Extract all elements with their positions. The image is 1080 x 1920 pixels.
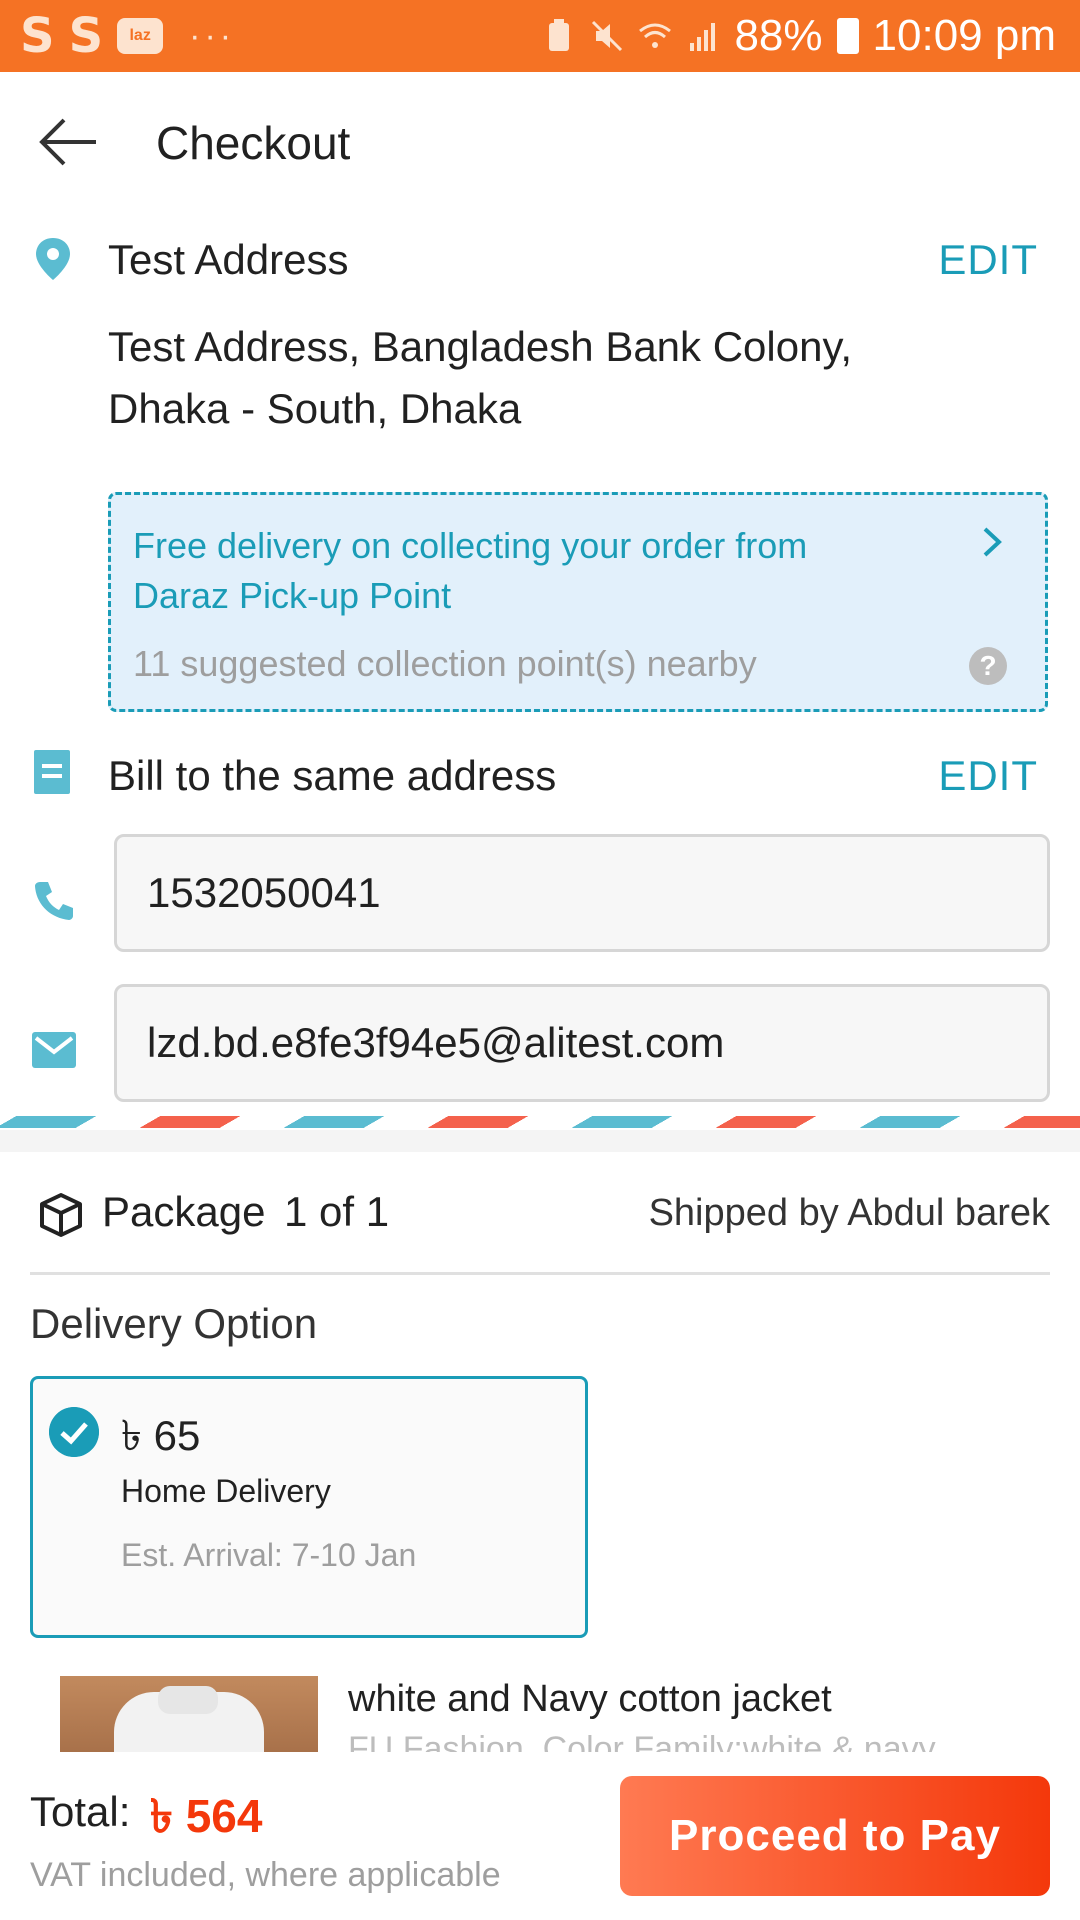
package-box-icon xyxy=(40,1193,82,1237)
phone-value: 1532050041 xyxy=(147,869,381,916)
product-name[interactable]: white and Navy cotton jacket xyxy=(348,1678,832,1721)
pickup-subtitle: 11 suggested collection point(s) nearby xyxy=(133,643,757,684)
check-circle-icon xyxy=(49,1407,99,1457)
signal-icon xyxy=(690,23,716,51)
checkout-footer: Total: ৳ 564 VAT included, where applica… xyxy=(0,1752,1080,1920)
package-count: 1 of 1 xyxy=(284,1188,390,1235)
email-value: lzd.bd.e8fe3f94e5@alitest.com xyxy=(147,1019,725,1066)
email-field[interactable]: lzd.bd.e8fe3f94e5@alitest.com xyxy=(114,984,1050,1102)
product-details: FU Fashion, Color Family:white & navy xyxy=(348,1730,936,1752)
battery-saver-icon xyxy=(549,19,570,51)
chevron-right-icon xyxy=(983,527,1002,557)
bill-document-icon xyxy=(34,750,70,794)
edit-billing-button[interactable]: EDIT xyxy=(938,752,1038,800)
phone-icon xyxy=(35,882,73,920)
delivery-price: ৳ 65 xyxy=(121,1412,201,1459)
delivery-option-card[interactable]: ৳ 65 Home Delivery Est. Arrival: 7-10 Ja… xyxy=(30,1376,588,1638)
status-bar: S S laz ··· 88% 10:09 pm xyxy=(0,0,1080,72)
notification-s-icon-2: S xyxy=(68,8,104,64)
section-gap xyxy=(0,1130,1080,1152)
divider xyxy=(30,1272,1050,1275)
address-text: Test Address, Bangladesh Bank Colony, Dh… xyxy=(108,323,853,432)
shipped-by: Shipped by Abdul barek xyxy=(648,1192,1050,1234)
vat-note: VAT included, where applicable xyxy=(30,1856,501,1894)
notification-s-icon: S xyxy=(20,8,55,64)
battery-percent: 88% xyxy=(734,11,823,60)
address-name: Test Address xyxy=(108,236,349,283)
battery-icon xyxy=(836,18,859,54)
billing-label: Bill to the same address xyxy=(108,752,557,799)
edit-address-button[interactable]: EDIT xyxy=(938,236,1038,284)
pickup-title: Free delivery on collecting your order f… xyxy=(133,525,808,616)
help-icon[interactable]: ? xyxy=(969,647,1007,685)
airmail-divider xyxy=(0,1116,1080,1128)
more-notifications-icon: ··· xyxy=(189,16,236,55)
back-arrow-icon[interactable] xyxy=(38,116,100,168)
lazada-app-icon: laz xyxy=(117,18,164,54)
total-label: Total: xyxy=(30,1788,131,1835)
pickup-point-banner[interactable]: Free delivery on collecting your order f… xyxy=(108,492,1048,712)
total-value: ৳ 564 xyxy=(150,1790,263,1842)
wifi-icon xyxy=(639,23,672,48)
location-pin-icon xyxy=(36,238,70,280)
delivery-method: Home Delivery xyxy=(121,1473,331,1509)
jacket-collar xyxy=(158,1686,218,1714)
delivery-eta: Est. Arrival: 7-10 Jan xyxy=(121,1537,417,1573)
app-header: Checkout xyxy=(0,72,1080,212)
product-image[interactable] xyxy=(60,1676,318,1752)
page-title: Checkout xyxy=(156,117,351,169)
delivery-option-title: Delivery Option xyxy=(30,1300,318,1347)
proceed-to-pay-button[interactable]: Proceed to Pay xyxy=(620,1776,1050,1896)
package-label: Package xyxy=(102,1188,266,1235)
email-icon xyxy=(32,1032,76,1068)
mute-icon xyxy=(592,20,623,52)
clock: 10:09 pm xyxy=(872,11,1056,60)
phone-field[interactable]: 1532050041 xyxy=(114,834,1050,952)
